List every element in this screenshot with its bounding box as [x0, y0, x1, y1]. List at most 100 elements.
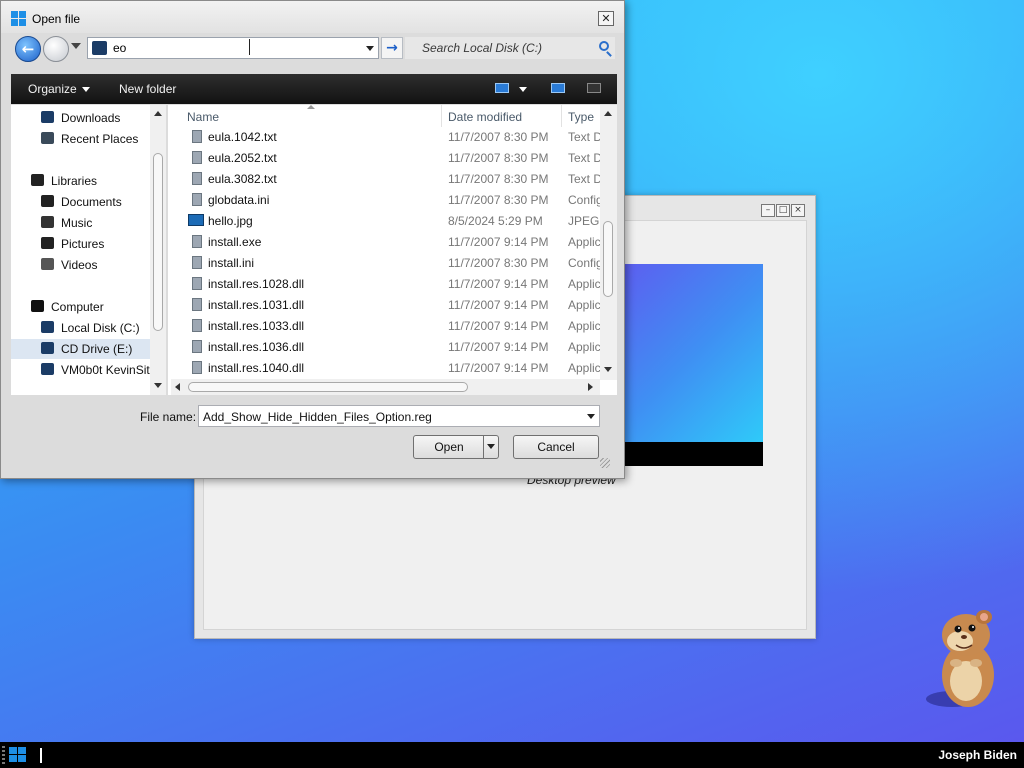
new-folder-button[interactable]: New folder [119, 82, 176, 96]
hscroll-thumb[interactable] [188, 382, 468, 392]
close-icon: ✕ [601, 12, 611, 25]
sidebar-item[interactable]: Local Disk (C:) [41, 318, 151, 338]
minimize-icon[interactable]: – [761, 204, 775, 217]
sidebar-item[interactable]: Computer [31, 297, 151, 317]
scroll-thumb[interactable] [603, 221, 613, 297]
scroll-right-icon[interactable] [588, 383, 593, 391]
table-row[interactable]: eula.2052.txt 11/7/2007 8:30 PM Text D [168, 147, 617, 168]
scroll-thumb[interactable] [153, 153, 163, 331]
drive-icon [41, 321, 54, 333]
organize-button[interactable]: Organize [28, 82, 90, 96]
file-list-scrollbar[interactable] [600, 105, 617, 380]
sidebar-item[interactable]: VM0b0t KevinSite [41, 360, 151, 380]
address-input[interactable]: eo [113, 41, 126, 55]
file-name-input[interactable]: Add_Show_Hide_Hidden_Files_Option.reg [203, 410, 432, 424]
sidebar-item[interactable]: Music [41, 213, 151, 233]
arrow-left-icon: ← [21, 40, 35, 58]
back-button[interactable]: ← [15, 36, 41, 62]
table-row[interactable]: install.res.1036.dll 11/7/2007 9:14 PM App… [168, 336, 617, 357]
open-button[interactable]: Open [413, 435, 499, 459]
column-header-date[interactable]: Date modified [448, 110, 522, 124]
open-dropdown-icon[interactable] [483, 436, 498, 458]
table-row[interactable]: install.ini 11/7/2007 8:30 PM Config [168, 252, 617, 273]
column-divider[interactable] [441, 105, 442, 127]
address-bar[interactable]: eo [87, 37, 379, 59]
maximize-icon[interactable]: □ [776, 204, 790, 217]
sidebar-item-label: Videos [61, 258, 98, 272]
table-row[interactable]: hello.jpg 8/5/2024 5:29 PM JPEG i [168, 210, 617, 231]
scroll-up-icon[interactable] [154, 111, 162, 116]
view-options-icon[interactable] [495, 83, 509, 93]
search-input[interactable]: Search Local Disk (C:) [422, 41, 542, 55]
close-icon[interactable]: × [791, 204, 805, 217]
window-controls: – □ × [761, 204, 805, 217]
sidebar-item[interactable]: Recent Places [41, 129, 151, 149]
file-date: 11/7/2007 9:14 PM [448, 235, 549, 249]
taskbar-text-cursor [40, 748, 42, 763]
resize-grip-icon[interactable] [600, 458, 610, 468]
help-icon[interactable] [587, 83, 601, 93]
sidebar-item[interactable]: Videos [41, 255, 151, 275]
table-row[interactable]: eula.1042.txt 11/7/2007 8:30 PM Text D [168, 126, 617, 147]
sidebar-item[interactable]: Pictures [41, 234, 151, 254]
text-cursor [249, 39, 250, 55]
file-icon [192, 340, 202, 353]
scroll-down-icon[interactable] [154, 383, 162, 388]
file-name-dropdown-icon[interactable] [587, 414, 595, 419]
user-name[interactable]: Joseph Biden [938, 748, 1017, 762]
preview-pane-icon[interactable] [551, 83, 565, 93]
forward-button[interactable] [43, 36, 69, 62]
sidebar-item[interactable]: Downloads [41, 108, 151, 128]
sidebar-item-label: Recent Places [61, 132, 139, 146]
sidebar-item-label: VM0b0t KevinSite [61, 363, 151, 377]
column-header-type[interactable]: Type [568, 110, 594, 124]
file-date: 11/7/2007 9:14 PM [448, 319, 549, 333]
sidebar-item[interactable]: Documents [41, 192, 151, 212]
file-list-hscrollbar[interactable] [171, 379, 600, 395]
table-row[interactable]: install.res.1033.dll 11/7/2007 9:14 PM App… [168, 315, 617, 336]
scroll-left-icon[interactable] [175, 383, 180, 391]
table-row[interactable]: install.res.1040.dll 11/7/2007 9:14 PM App… [168, 357, 617, 378]
column-header-name[interactable]: Name [187, 110, 219, 124]
table-row[interactable]: globdata.ini 11/7/2007 8:30 PM Config [168, 189, 617, 210]
sidebar-item-label: Computer [51, 300, 104, 314]
nav-scrollbar[interactable] [150, 105, 166, 395]
file-type: Applic [568, 361, 601, 375]
libraries-icon [31, 174, 44, 186]
table-row[interactable]: eula.3082.txt 11/7/2007 8:30 PM Text D [168, 168, 617, 189]
view-dropdown-icon[interactable] [519, 87, 527, 92]
file-name-field[interactable]: Add_Show_Hide_Hidden_Files_Option.reg [198, 405, 600, 427]
cancel-button[interactable]: Cancel [513, 435, 599, 459]
table-row[interactable]: install.exe 11/7/2007 9:14 PM Applic [168, 231, 617, 252]
file-icon [192, 235, 202, 248]
table-row[interactable]: install.res.1028.dll 11/7/2007 9:14 PM App… [168, 273, 617, 294]
taskbar-grip[interactable] [2, 746, 5, 764]
sidebar-item[interactable]: Libraries [31, 171, 151, 191]
scroll-up-icon[interactable] [604, 111, 612, 116]
computer-icon [31, 300, 44, 312]
sidebar-item-label: Documents [61, 195, 122, 209]
sidebar-item[interactable]: CD Drive (E:) [11, 339, 151, 359]
command-toolbar: Organize New folder [11, 74, 617, 104]
file-type: Applic [568, 277, 601, 291]
go-button[interactable]: → [381, 37, 403, 59]
search-icon[interactable] [599, 41, 609, 51]
start-button[interactable] [9, 747, 27, 763]
history-dropdown-icon[interactable] [71, 43, 81, 49]
arrow-right-icon: → [386, 40, 398, 56]
taskbar: Joseph Biden [0, 742, 1024, 768]
column-divider[interactable] [561, 105, 562, 127]
search-box[interactable]: Search Local Disk (C:) [405, 37, 615, 59]
address-dropdown-icon[interactable] [366, 46, 374, 51]
file-icon [192, 277, 202, 290]
file-type: Applic [568, 319, 601, 333]
sidebar-item-label: CD Drive (E:) [61, 342, 133, 356]
cd-drive-icon [41, 342, 54, 354]
file-type: Config [568, 256, 603, 270]
sidebar-item-label: Local Disk (C:) [61, 321, 140, 335]
table-row[interactable]: install.res.1031.dll 11/7/2007 9:14 PM App… [168, 294, 617, 315]
dialog-titlebar[interactable]: Open file ✕ [1, 1, 624, 33]
scroll-down-icon[interactable] [604, 367, 612, 372]
file-icon [192, 172, 202, 185]
close-button[interactable]: ✕ [598, 11, 614, 26]
